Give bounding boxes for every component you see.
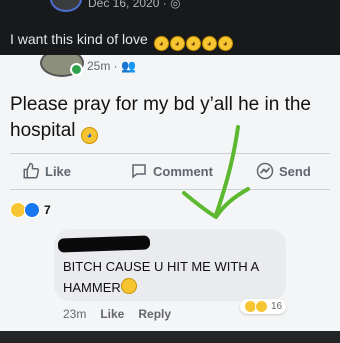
comment-body-text: BITCH CAUSE U HIT ME WITH A HAMMER — [63, 259, 259, 295]
shared-screenshot: 25m · 👥 Please pray for my bd y’all he i… — [0, 55, 340, 331]
rofl-emoji-icon: ◕ — [169, 36, 185, 51]
like-button[interactable]: Like — [22, 160, 71, 182]
online-status-dot — [70, 63, 83, 76]
rofl-emoji-icon: ◕ — [185, 36, 201, 51]
comment-body: BITCH CAUSE U HIT ME WITH A HAMMER — [63, 256, 281, 298]
post-body-text: Please pray for my bd y’all he in the ho… — [10, 94, 311, 141]
rofl-emoji-icon: ◕ — [201, 36, 217, 51]
divider — [10, 153, 330, 154]
send-label: Send — [279, 163, 311, 179]
green-arrow-drawing — [182, 125, 250, 219]
send-button[interactable]: Send — [256, 160, 311, 182]
comment-reply-link[interactable]: Reply — [138, 307, 171, 321]
like-label: Like — [45, 163, 72, 179]
messenger-icon — [256, 162, 274, 180]
post-timestamp: 25m · 👥 — [87, 59, 136, 73]
comment-icon — [132, 164, 146, 179]
globe-icon: ◎ — [170, 0, 181, 10]
post-date: Dec 16, 2020 · ◎ — [88, 0, 181, 10]
smirk-emoji-icon — [120, 278, 137, 294]
rofl-emoji-icon: ◕ — [217, 36, 233, 51]
comment-like-link[interactable]: Like — [100, 307, 124, 321]
laughing-emoji-group: ◕ ◕ ◕ ◕ ◕ — [153, 33, 234, 51]
reaction-count: 7 — [44, 203, 51, 217]
comment-meta: 23m Like Reply — [63, 307, 171, 321]
header-avatar[interactable] — [50, 0, 82, 12]
post-body: Please pray for my bd y’all he in the ho… — [10, 92, 330, 144]
wow-reaction-icon — [255, 300, 268, 313]
comment-time: 23m — [63, 307, 87, 321]
crying-emoji-icon: ◕ — [80, 127, 98, 144]
thumbs-up-icon — [23, 162, 40, 179]
like-reaction-icon — [24, 202, 40, 218]
friends-icon: 👥 — [121, 59, 136, 73]
divider — [10, 189, 330, 190]
rofl-emoji-icon: ◕ — [153, 36, 169, 51]
caption-text: I want this kind of love — [10, 31, 148, 47]
post-caption: I want this kind of love ◕ ◕ ◕ ◕ ◕ — [10, 31, 234, 51]
comment-reaction-count: 16 — [271, 301, 283, 312]
bottom-bar — [0, 331, 340, 343]
comment-reactions[interactable]: 16 — [240, 299, 287, 314]
post-reactions[interactable]: 7 — [10, 202, 51, 218]
